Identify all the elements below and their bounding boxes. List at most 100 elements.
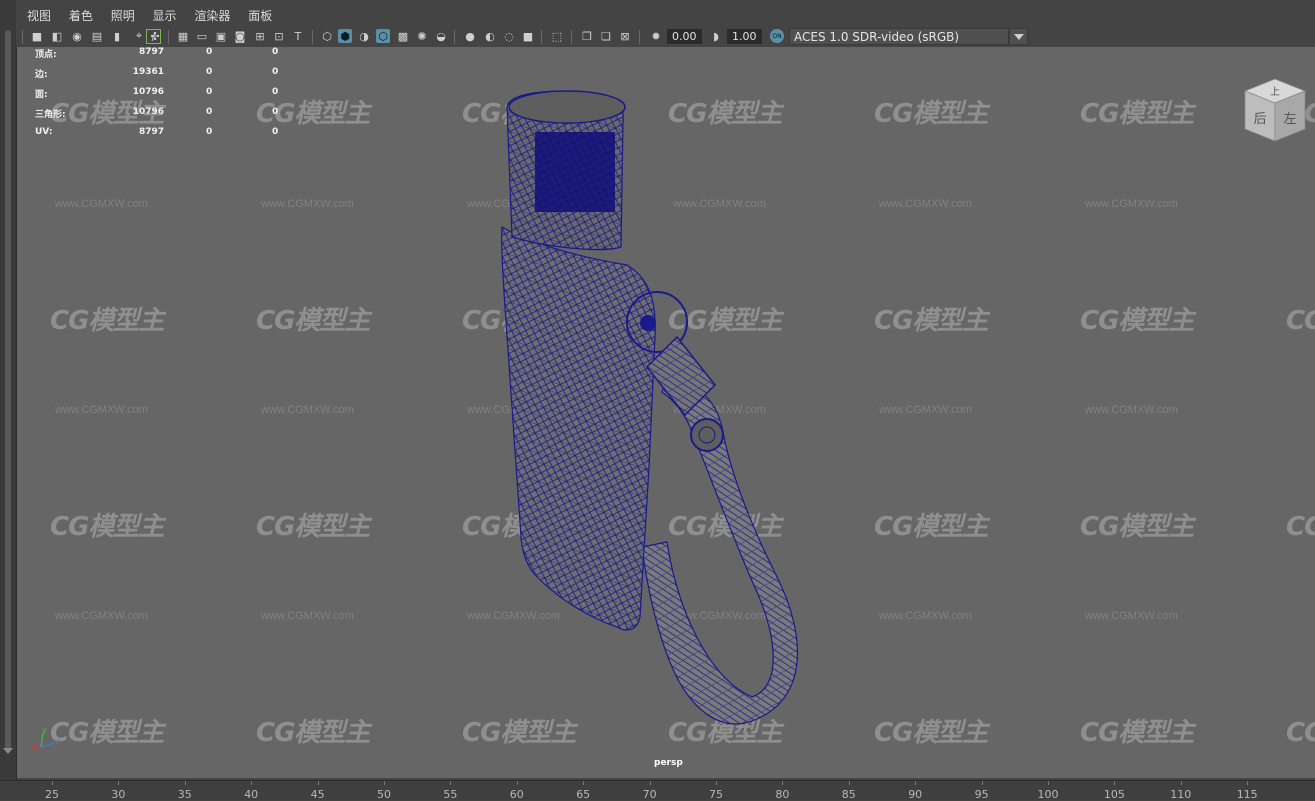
- gamma-field[interactable]: 1.00: [727, 29, 762, 44]
- default-material-icon[interactable]: ◑: [357, 29, 371, 43]
- left-scroll-handle[interactable]: [5, 30, 11, 750]
- screen-space-ao-icon[interactable]: ●: [463, 29, 477, 43]
- menu-panels[interactable]: 面板: [241, 0, 279, 24]
- 2d-pan-zoom-icon[interactable]: ⌖: [132, 29, 146, 43]
- ruler-tick-label: 105: [1103, 788, 1125, 801]
- ruler-tick-label: 95: [974, 788, 989, 801]
- xray-joints-icon[interactable]: ⊠: [618, 29, 632, 43]
- depth-of-field-icon[interactable]: ■: [521, 29, 535, 43]
- hud-value: 0: [206, 67, 213, 77]
- hud-row-uvs: UV: 8797 0 0: [35, 127, 305, 141]
- chevron-down-icon[interactable]: [1009, 28, 1028, 45]
- lighter-cap: [508, 90, 626, 124]
- smooth-shade-icon[interactable]: ⬢: [338, 29, 352, 43]
- toolbar-separator: [571, 30, 572, 44]
- ruler-tick-mark: [716, 781, 717, 785]
- camera-attributes-icon[interactable]: ◧: [50, 29, 64, 43]
- axis-y-label: y: [42, 727, 47, 735]
- hud-value: 0: [272, 67, 279, 77]
- shadows-icon[interactable]: ◒: [434, 29, 448, 43]
- hud-label: 边:: [35, 70, 48, 80]
- menu-shading[interactable]: 着色: [62, 0, 100, 24]
- textured-icon[interactable]: ▩: [396, 29, 410, 43]
- motion-blur-icon[interactable]: ◐: [483, 29, 497, 43]
- ruler-tick-label: 75: [709, 788, 723, 801]
- ruler-tick-label: 80: [775, 788, 790, 801]
- hud-value: 19361: [132, 67, 164, 77]
- ruler-tick-mark: [1114, 781, 1116, 785]
- ruler-tick-mark: [1180, 781, 1182, 785]
- ruler-tick-label: 30: [111, 788, 126, 801]
- ruler-tick-mark: [52, 781, 53, 785]
- hud-label: 顶点:: [35, 50, 57, 60]
- hud-label: 面:: [35, 90, 48, 100]
- image-plane-icon[interactable]: ▤: [90, 29, 104, 43]
- ruler-tick-label: 65: [576, 788, 591, 801]
- grease-pencil-active-icon[interactable]: ∕: [146, 29, 161, 44]
- menu-lighting[interactable]: 照明: [104, 0, 142, 24]
- ruler-tick-mark: [118, 781, 120, 785]
- ruler-tick-mark: [782, 781, 784, 785]
- safe-title-icon[interactable]: T: [291, 29, 305, 43]
- scroll-down-arrow-icon[interactable]: [3, 748, 13, 754]
- hud-value: 0: [206, 87, 213, 97]
- ruler-tick-label: 45: [310, 788, 325, 801]
- isolate-select-icon[interactable]: ⬚: [550, 29, 564, 43]
- ruler-tick-label: 40: [244, 788, 259, 801]
- toolbar-separator: [454, 30, 455, 44]
- ruler-tick-mark: [848, 781, 850, 785]
- grease-pencil-icon[interactable]: ▮: [110, 29, 124, 43]
- ruler-tick-label: 25: [45, 788, 59, 801]
- exposure-field[interactable]: 0.00: [667, 29, 702, 44]
- perspective-viewport[interactable]: CG模型主 CG模型主 CG模型主 CG模型主 CG模型主 CG模型主 CG模型主 CG模型主…: [17, 47, 1315, 778]
- use-all-lights-icon[interactable]: ✺: [415, 29, 429, 43]
- hud-value: 0: [206, 47, 213, 57]
- exposure-icon[interactable]: ✹: [649, 29, 663, 43]
- hud-row-edges: 边: 19361 0 0: [35, 67, 305, 81]
- field-chart-icon[interactable]: ⊞: [253, 29, 267, 43]
- ruler-tick-mark: [450, 781, 452, 785]
- axis-x-label: x: [30, 742, 35, 751]
- viewcube-back-label: 后: [1253, 112, 1266, 127]
- hud-value: 10796: [132, 107, 164, 117]
- hud-row-vertices: 顶点: 8797 0 0: [35, 47, 305, 61]
- ruler-tick-label: 100: [1037, 788, 1059, 801]
- color-management-toggle[interactable]: ON: [770, 29, 784, 43]
- select-camera-icon[interactable]: ■: [30, 29, 44, 43]
- resolution-gate-icon[interactable]: ▣: [214, 29, 228, 43]
- axis-gizmo: x y z: [30, 727, 60, 751]
- menu-renderer[interactable]: 渲染器: [187, 0, 237, 24]
- gamma-icon[interactable]: ◗: [709, 29, 723, 43]
- ruler-tick-label: 70: [642, 788, 657, 801]
- strap-rivet: [690, 418, 724, 452]
- lighter-wireframe-model[interactable]: [17, 47, 1315, 778]
- gate-mask-icon[interactable]: ◙: [233, 29, 247, 43]
- ruler-tick-mark: [1048, 781, 1049, 785]
- view-cube[interactable]: 上 后 左: [1243, 77, 1307, 143]
- ruler-tick-mark: [516, 781, 518, 785]
- wireframe-icon[interactable]: ⬡: [320, 29, 334, 43]
- xray-active-components-icon[interactable]: ❏: [599, 29, 613, 43]
- grid-icon[interactable]: ▦: [176, 29, 190, 43]
- color-space-dropdown[interactable]: ACES 1.0 SDR-video (sRGB): [789, 28, 1009, 45]
- hud-value: 0: [206, 107, 213, 117]
- ruler-tick-mark: [649, 781, 651, 785]
- film-gate-icon[interactable]: ▭: [195, 29, 209, 43]
- menu-view[interactable]: 视图: [16, 0, 58, 24]
- time-slider-ruler[interactable]: 25 30 35 40 45 50 55 60 65 70 75 80 85 90 95 100 105 110 1…: [0, 780, 1315, 801]
- wireframe-on-shaded-icon[interactable]: ⬡: [376, 29, 390, 43]
- ruler-tick-mark: [981, 781, 983, 785]
- menu-show[interactable]: 显示: [146, 0, 184, 24]
- ruler-tick-label: 115: [1236, 788, 1258, 801]
- ruler-tick-mark: [915, 781, 917, 785]
- ruler-tick-label: 35: [177, 788, 192, 801]
- ruler-tick-mark: [317, 781, 319, 785]
- toolbar-separator: [312, 30, 313, 44]
- ruler-tick-mark: [384, 781, 385, 785]
- safe-action-icon[interactable]: ⊡: [272, 29, 286, 43]
- multisample-aa-icon[interactable]: ◌: [502, 29, 516, 43]
- xray-icon[interactable]: ❐: [580, 29, 594, 43]
- panel-menu-bar: 视图 着色 照明 显示 渲染器 面板: [16, 0, 1315, 27]
- bookmark-camera-icon[interactable]: ◉: [70, 29, 84, 43]
- toolbar-separator: [639, 30, 640, 44]
